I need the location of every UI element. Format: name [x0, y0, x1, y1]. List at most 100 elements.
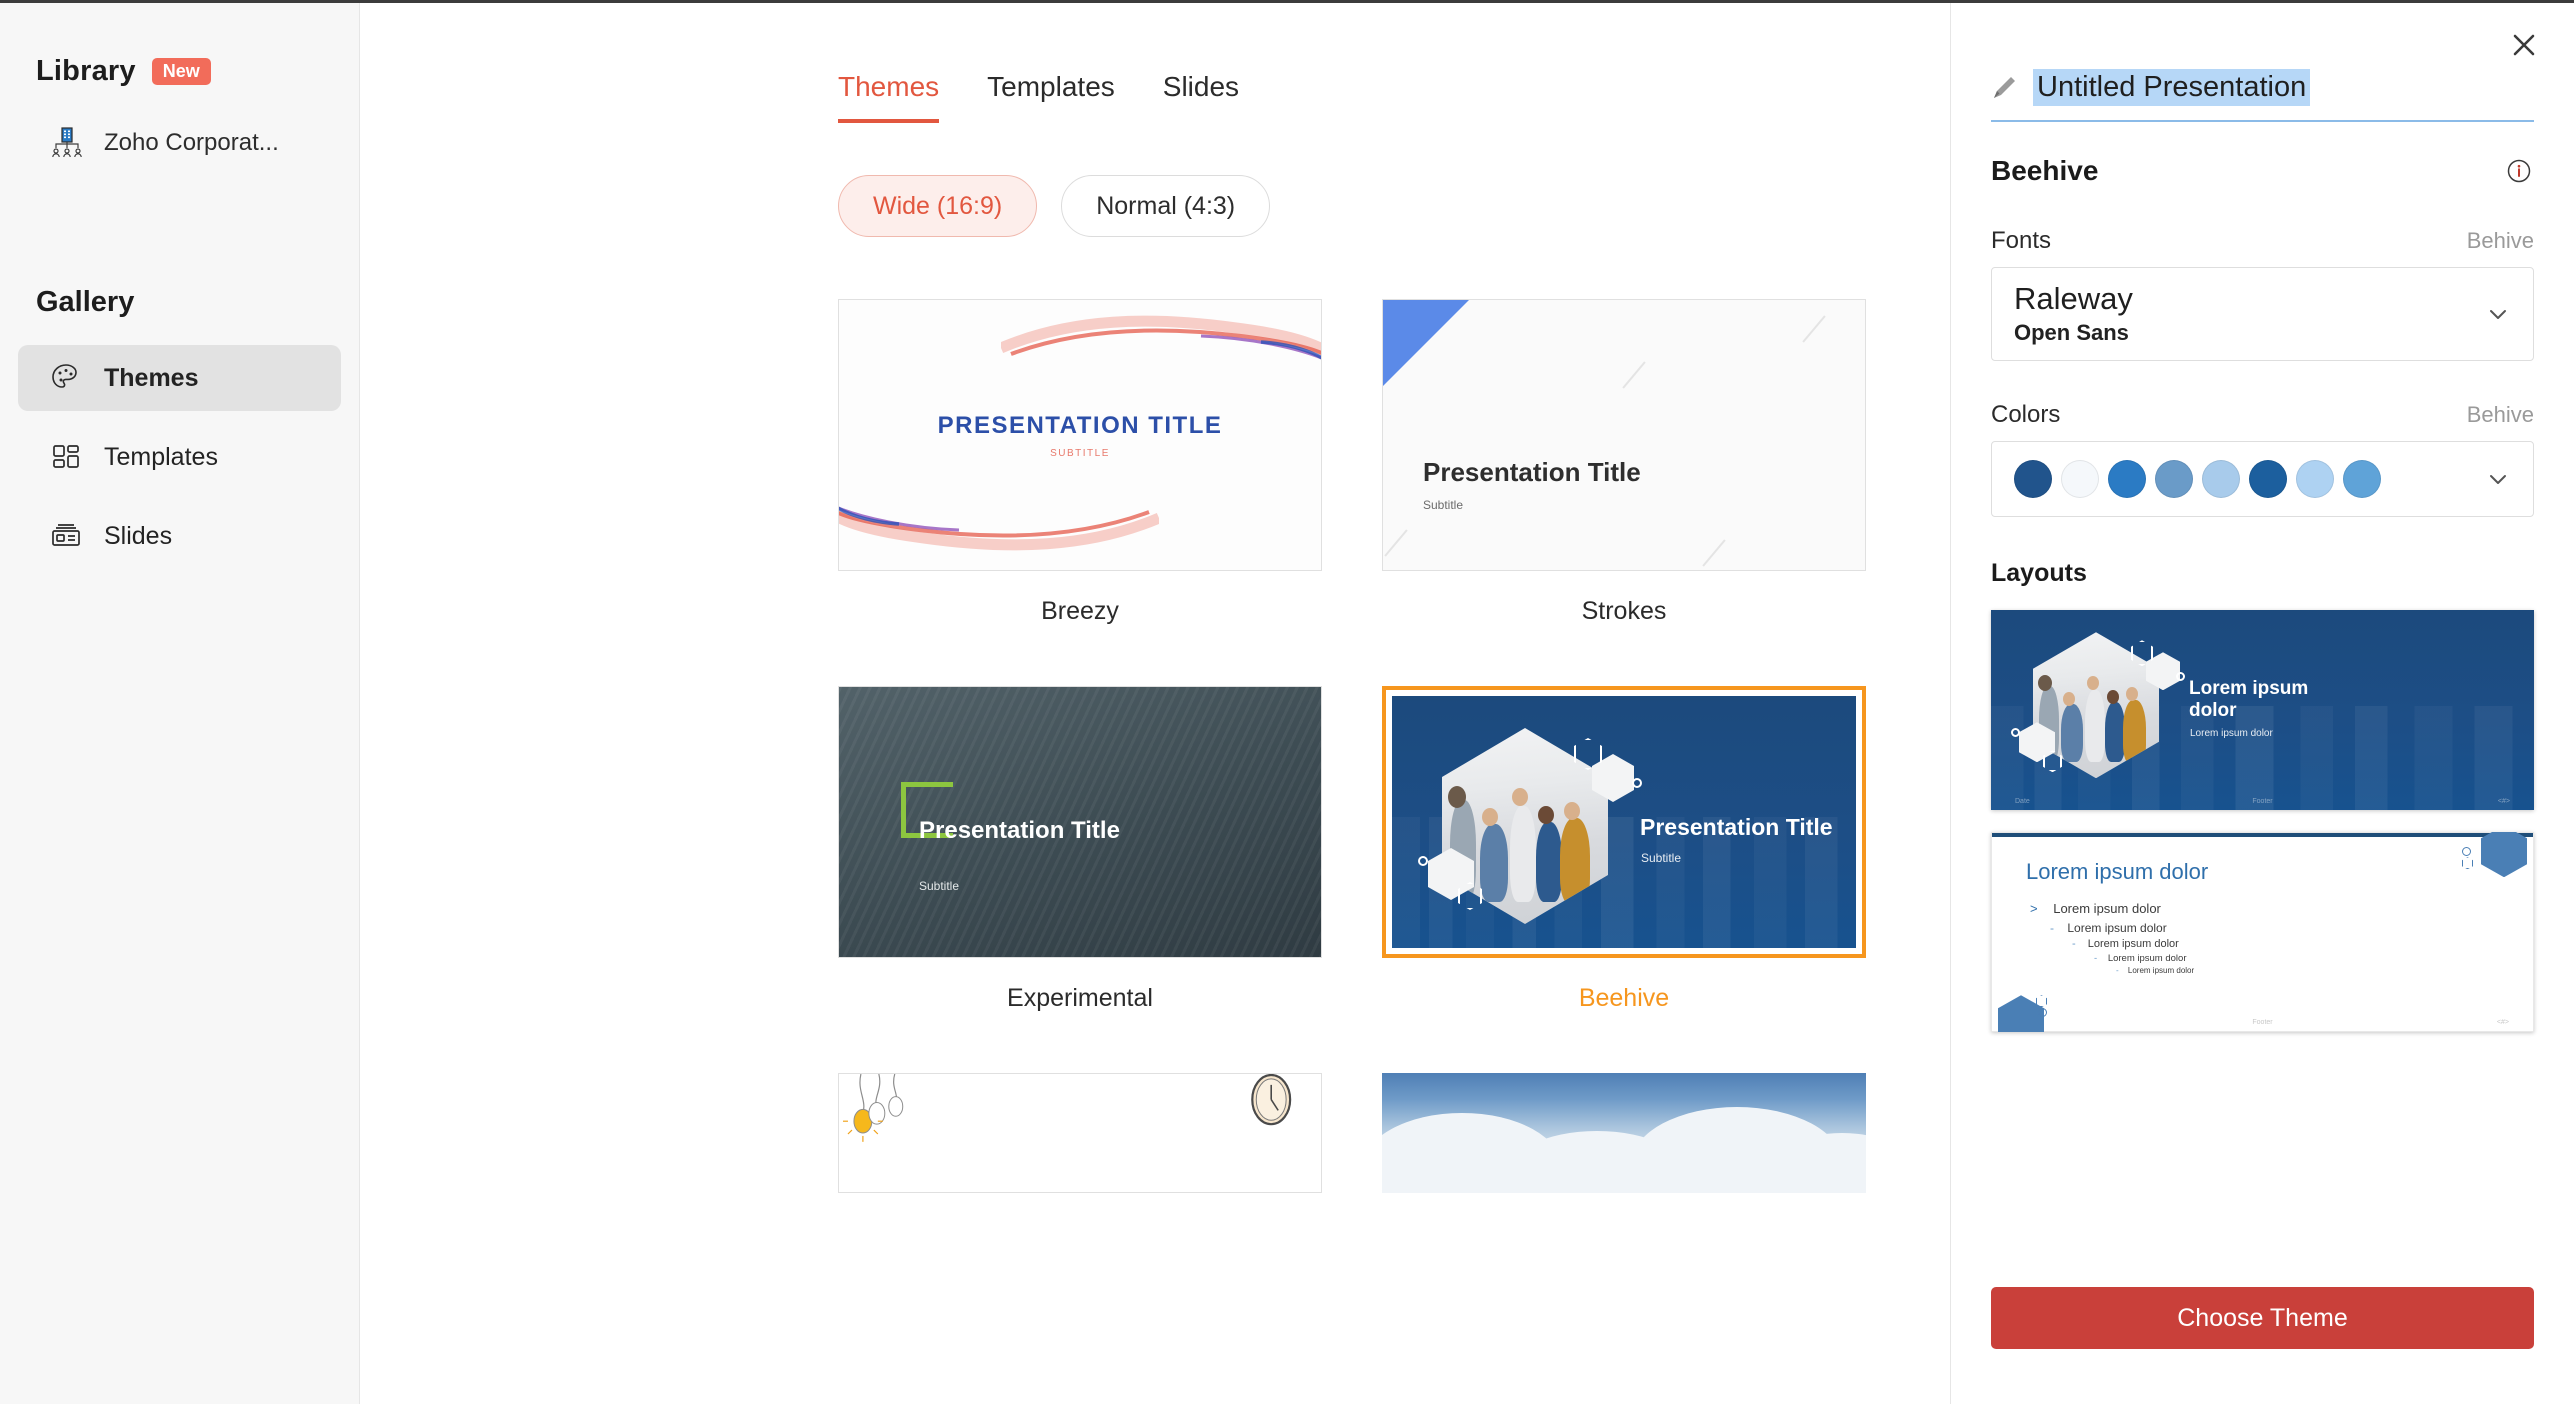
layout-subtitle: Lorem ipsum dolor: [2190, 728, 2273, 740]
sidebar-item-templates[interactable]: Templates: [18, 424, 341, 490]
theme-thumbnail: Presentation Title Subtitle: [1382, 299, 1866, 571]
slide-subtitle: Subtitle: [919, 879, 960, 893]
sidebar-item-label: Templates: [104, 442, 218, 471]
choose-theme-button[interactable]: Choose Theme: [1991, 1287, 2534, 1349]
aspect-ratio-filters: Wide (16:9) Normal (4:3): [360, 123, 1950, 237]
stroke-decoration: [1702, 539, 1726, 567]
layout-blocks-icon: [50, 441, 82, 473]
theme-card-breezy[interactable]: PRESENTATION TITLE SUBTITLE Breezy: [838, 299, 1322, 626]
color-swatch[interactable]: [2108, 460, 2146, 499]
theme-card-row3-left[interactable]: [838, 1073, 1322, 1193]
colors-field-header: Colors Behive: [1991, 401, 2534, 429]
colors-hint: Behive: [2466, 402, 2534, 428]
fonts-select[interactable]: Raleway Open Sans: [1991, 267, 2534, 362]
gallery-tabs: Themes Templates Slides: [360, 3, 1950, 123]
layout-bullet: - Lorem ipsum dolor: [2116, 966, 2195, 976]
stroke-decoration: [1802, 315, 1826, 343]
stroke-decoration: [1622, 361, 1646, 389]
chevron-down-icon[interactable]: [2485, 466, 2511, 492]
theme-name: Breezy: [1041, 597, 1119, 625]
stroke-decoration: [1384, 529, 1408, 557]
hexagon-outline: [2462, 857, 2473, 870]
slide-title: Presentation Title: [919, 817, 1120, 844]
palette-icon: [50, 362, 82, 394]
theme-card-beehive[interactable]: Presentation Title Subtitle Beehive: [1382, 686, 1866, 1013]
slide-title: PRESENTATION TITLE: [937, 411, 1223, 439]
slide-card-icon: [50, 520, 82, 552]
color-swatch[interactable]: [2249, 460, 2287, 499]
theme-detail-panel: Untitled Presentation Beehive Fonts Behi…: [1950, 3, 2574, 1404]
circle-outline: [2038, 1008, 2047, 1018]
tab-slides[interactable]: Slides: [1163, 71, 1239, 123]
theme-picker-window: Library New Zoho Corporat... Gallery The…: [0, 0, 2574, 1404]
theme-thumbnail: Presentation Title Subtitle: [1382, 686, 1866, 958]
themes-grid: PRESENTATION TITLE SUBTITLE Breezy Prese…: [360, 237, 1950, 1193]
layout-preview-title-slide[interactable]: Lorem ipsum dolor Lorem ipsum dolor Date…: [1991, 610, 2534, 811]
theme-name: Beehive: [1578, 984, 1670, 1012]
left-sidebar: Library New Zoho Corporat... Gallery The…: [0, 3, 360, 1404]
layout-bullet: - Lorem ipsum dolor: [2050, 921, 2167, 936]
selected-theme-name: Beehive: [1991, 155, 2099, 186]
panel-footer: Choose Theme: [1991, 1287, 2534, 1349]
color-swatch[interactable]: [2061, 460, 2099, 499]
filter-normal-4-3[interactable]: Normal (4:3): [1061, 175, 1271, 237]
info-icon[interactable]: [2504, 156, 2534, 186]
layout-footer-center: Footer: [2252, 798, 2273, 806]
sidebar-item-slides[interactable]: Slides: [18, 503, 341, 569]
selected-theme-header: Beehive: [1991, 155, 2534, 187]
chevron-down-icon[interactable]: [2485, 301, 2511, 327]
color-swatch[interactable]: [2343, 460, 2381, 499]
bullet-dash-icon: -: [2050, 921, 2054, 936]
close-icon[interactable]: [2502, 23, 2546, 67]
theme-card-row3-right[interactable]: [1382, 1073, 1866, 1193]
fonts-label: Fonts: [1991, 227, 2052, 254]
sidebar-item-label: Themes: [104, 363, 199, 392]
theme-thumbnail: [1382, 1073, 1866, 1193]
corner-triangle-decoration: [1383, 300, 1469, 386]
fonts-field-header: Fonts Behive: [1991, 227, 2534, 255]
slide-title: Presentation Title: [1640, 814, 1833, 840]
layout-footer-center: Footer: [2252, 1019, 2273, 1027]
presentation-title-input[interactable]: Untitled Presentation: [2033, 69, 2311, 106]
tab-themes[interactable]: Themes: [838, 71, 940, 123]
layout-footer-date: Date: [2015, 798, 2030, 806]
swirl-decoration-top: [1001, 315, 1321, 360]
color-swatch[interactable]: [2202, 460, 2240, 499]
filter-wide-16-9[interactable]: Wide (16:9): [838, 175, 1038, 237]
layout-bullet: > Lorem ipsum dolor: [2030, 901, 2161, 917]
theme-thumbnail: PRESENTATION TITLE SUBTITLE: [838, 299, 1322, 571]
sidebar-item-themes[interactable]: Themes: [18, 345, 341, 411]
new-badge: New: [151, 58, 211, 85]
lightbulbs-decoration: [842, 1074, 1292, 1142]
circle-outline: [2176, 672, 2185, 682]
pencil-icon[interactable]: [1991, 75, 2017, 101]
slide-title: Presentation Title: [1423, 457, 1641, 487]
sidebar-item-zoho-corporate[interactable]: Zoho Corporat...: [0, 118, 359, 168]
color-swatch[interactable]: [2296, 460, 2334, 499]
layout-footer-page: <#>: [2496, 1019, 2509, 1027]
presentation-title-field[interactable]: Untitled Presentation: [1991, 69, 2534, 122]
theme-card-experimental[interactable]: Presentation Title Subtitle Experimental: [838, 686, 1322, 1013]
colors-label: Colors: [1991, 401, 2061, 429]
slide-subtitle: Subtitle: [1423, 498, 1464, 512]
layout-footer-page: <#>: [2497, 798, 2510, 806]
layout-title: Lorem ipsum dolor: [2026, 859, 2209, 885]
theme-name: Experimental: [1007, 984, 1153, 1012]
color-swatch[interactable]: [2155, 460, 2193, 499]
gallery-main: Themes Templates Slides Wide (16:9) Norm…: [360, 3, 1950, 1404]
gallery-nav: Themes Templates Slides: [0, 345, 359, 569]
sidebar-item-label: Zoho Corporat...: [104, 129, 279, 156]
theme-name: Strokes: [1581, 597, 1667, 625]
layout-preview-content-slide[interactable]: Lorem ipsum dolor > Lorem ipsum dolor - …: [1991, 832, 2534, 1033]
body-font-value: Open Sans: [2014, 319, 2129, 345]
circle-outline: [2462, 847, 2471, 857]
sidebar-item-label: Slides: [104, 521, 173, 550]
theme-card-strokes[interactable]: Presentation Title Subtitle Strokes: [1382, 299, 1866, 626]
org-chart-icon: [50, 126, 84, 160]
fonts-hint: Behive: [2466, 228, 2534, 253]
colors-select[interactable]: [1991, 441, 2534, 518]
color-swatch[interactable]: [2014, 460, 2052, 499]
tab-templates[interactable]: Templates: [987, 71, 1115, 123]
slide-subtitle: Subtitle: [1641, 851, 1682, 865]
heading-font-value: Raleway: [2014, 281, 2133, 316]
